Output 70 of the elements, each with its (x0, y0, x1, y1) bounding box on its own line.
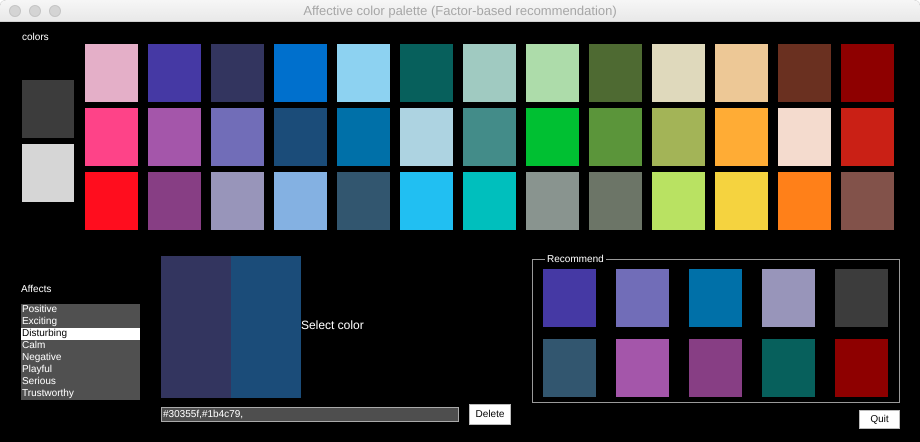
color-swatch[interactable] (778, 44, 831, 102)
color-swatch[interactable] (274, 108, 327, 166)
close-button[interactable] (9, 4, 21, 16)
color-swatch[interactable] (715, 108, 768, 166)
affect-item[interactable]: Serious (21, 376, 140, 388)
color-codes-field[interactable]: #30355f,#1b4c79, (161, 407, 459, 422)
affect-item[interactable]: Playful (21, 364, 140, 376)
recommended-swatch[interactable] (689, 339, 742, 397)
color-swatch[interactable] (400, 108, 453, 166)
affect-item[interactable]: Disturbing (21, 328, 140, 340)
recommended-swatch[interactable] (543, 339, 596, 397)
color-swatch[interactable] (463, 108, 516, 166)
color-swatch[interactable] (841, 44, 894, 102)
recommended-swatch[interactable] (835, 269, 888, 327)
color-swatch[interactable] (652, 44, 705, 102)
color-swatch[interactable] (85, 108, 138, 166)
affect-item[interactable]: Negative (21, 352, 140, 364)
color-swatch[interactable] (652, 172, 705, 230)
color-swatch[interactable] (211, 44, 264, 102)
recommended-swatch[interactable] (835, 339, 888, 397)
recommended-swatch[interactable] (762, 269, 815, 327)
color-swatch[interactable] (778, 108, 831, 166)
color-swatch[interactable] (526, 172, 579, 230)
current-color-swatch[interactable] (22, 144, 74, 202)
quit-button[interactable]: Quit (859, 410, 900, 429)
color-swatch[interactable] (841, 172, 894, 230)
color-swatch[interactable] (274, 44, 327, 102)
color-swatch[interactable] (211, 108, 264, 166)
color-swatch[interactable] (589, 108, 642, 166)
affect-item[interactable]: Positive (21, 304, 140, 316)
recommended-swatch[interactable] (689, 269, 742, 327)
affect-item[interactable]: Exciting (21, 316, 140, 328)
color-swatch[interactable] (589, 44, 642, 102)
zoom-button[interactable] (49, 4, 61, 16)
current-color-swatch[interactable] (22, 80, 74, 138)
recommended-swatch[interactable] (762, 339, 815, 397)
color-swatch[interactable] (211, 172, 264, 230)
color-swatch[interactable] (715, 44, 768, 102)
color-swatch[interactable] (526, 44, 579, 102)
recommended-swatch[interactable] (616, 339, 669, 397)
color-swatch[interactable] (589, 172, 642, 230)
color-swatch[interactable] (715, 172, 768, 230)
color-swatch[interactable] (274, 172, 327, 230)
minimize-button[interactable] (29, 4, 41, 16)
color-swatch[interactable] (337, 108, 390, 166)
color-swatch[interactable] (400, 172, 453, 230)
recommended-swatch[interactable] (616, 269, 669, 327)
color-swatch[interactable] (148, 108, 201, 166)
affect-item[interactable]: Trustworthy (21, 388, 140, 400)
color-swatch[interactable] (337, 44, 390, 102)
colors-label: colors (22, 32, 50, 44)
recommended-swatch[interactable] (543, 269, 596, 327)
color-swatch[interactable] (148, 44, 201, 102)
color-swatch[interactable] (85, 172, 138, 230)
window-title: Affective color palette (Factor-based recommendation) (302, 3, 618, 18)
color-swatch[interactable] (148, 172, 201, 230)
color-swatch[interactable] (337, 172, 390, 230)
color-swatch[interactable] (463, 172, 516, 230)
color-swatch[interactable] (841, 108, 894, 166)
delete-button[interactable]: Delete (469, 404, 511, 425)
select-color-label: Select color (301, 318, 364, 332)
color-swatch[interactable] (652, 108, 705, 166)
color-swatch[interactable] (778, 172, 831, 230)
color-swatch[interactable] (463, 44, 516, 102)
color-swatch[interactable] (85, 44, 138, 102)
color-swatch[interactable] (400, 44, 453, 102)
recommend-title: Recommend (546, 254, 605, 265)
color-swatch[interactable] (526, 108, 579, 166)
affect-item[interactable]: Calm (21, 340, 140, 352)
affects-label: Affects (21, 284, 52, 296)
